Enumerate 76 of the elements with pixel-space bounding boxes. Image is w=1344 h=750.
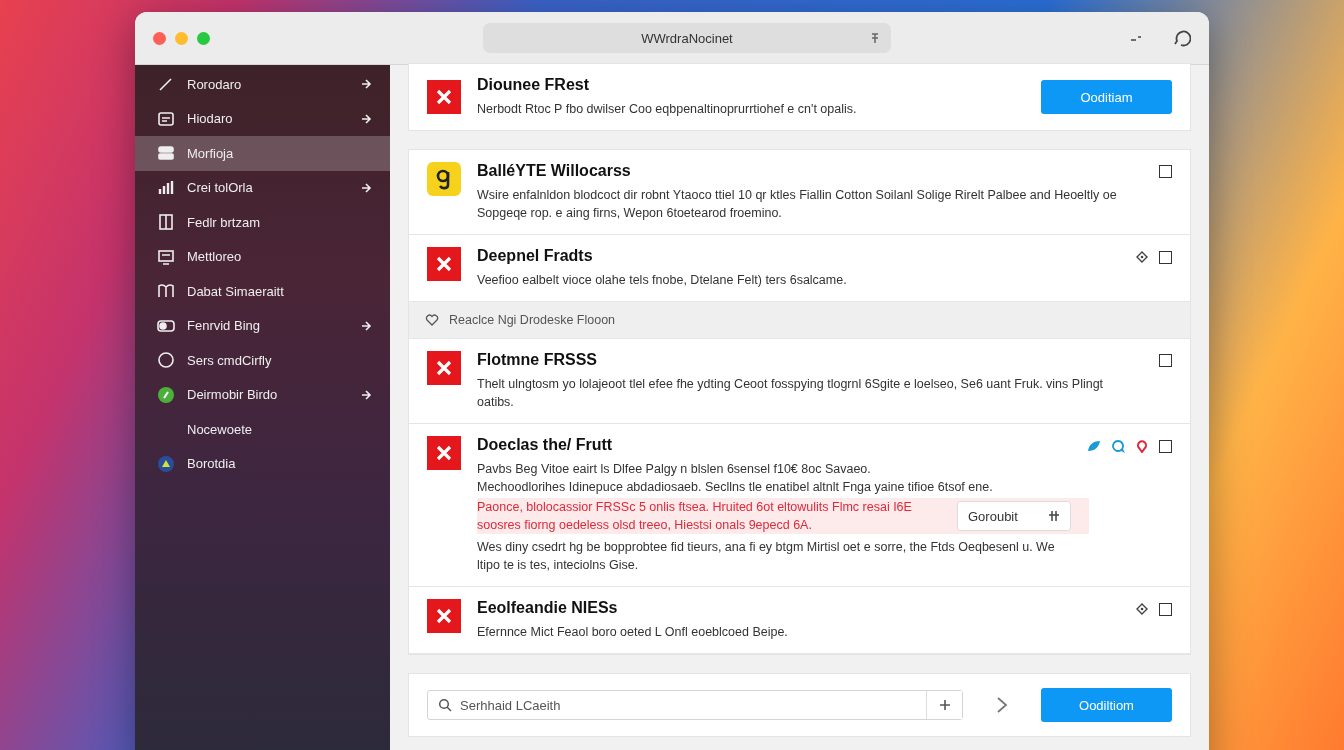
sidebar-item[interactable]: Hiodaro bbox=[135, 101, 390, 136]
sidebar-label: Borotdia bbox=[187, 456, 237, 472]
error-icon bbox=[427, 599, 461, 633]
warning-icon bbox=[427, 162, 461, 196]
arrow-icon bbox=[360, 388, 372, 401]
sidebar-label: Deirmobir Birdo bbox=[187, 387, 279, 403]
sidebar-item[interactable]: Sers cmdCirfly bbox=[135, 343, 390, 378]
adjust-icon bbox=[1048, 510, 1060, 522]
issue-title: Deepnel Fradts bbox=[477, 247, 594, 265]
sidebar-item[interactable]: Borotdia bbox=[135, 446, 390, 481]
error-icon bbox=[427, 80, 461, 114]
sidebar-label: Crei tolOrla bbox=[187, 180, 254, 196]
checkbox[interactable] bbox=[1159, 439, 1172, 453]
sidebar-item[interactable]: Nocewoete bbox=[135, 412, 390, 447]
arrow-icon bbox=[360, 78, 372, 91]
issue-title: Flotmne FRSSS bbox=[477, 351, 598, 369]
sidebar-label: Fedlr brtzam bbox=[187, 214, 261, 230]
monitor-icon bbox=[157, 247, 175, 266]
circle-icon bbox=[157, 351, 175, 370]
checkbox[interactable] bbox=[1159, 602, 1172, 616]
sidebar-item[interactable]: Crei tolOrla bbox=[135, 170, 390, 205]
checkbox[interactable] bbox=[1159, 165, 1172, 178]
error-icon bbox=[427, 351, 461, 385]
sidebar-label: Nocewoete bbox=[187, 421, 254, 437]
issue-description: Paonce, blolocassior FRSSc 5 onlis ftsea. Hruited 6ot eltowulits Flmc resai I6E soosres fiorng oedeless olsd treeo, Hiestsi onals 9epecd 6A. bbox=[477, 499, 913, 534]
issue-description: Efernnce Mict Feaol boro oeted L Onfl eoeblcoed Beipe. bbox=[477, 624, 788, 641]
issue-description: Veefioo ealbelt vioce olahe tels fnobe, Dtelane Felt) ters 6salcame. bbox=[477, 272, 847, 289]
heart-icon bbox=[425, 313, 439, 327]
arrow-icon bbox=[360, 112, 372, 125]
sidebar-label: Hiodaro bbox=[187, 111, 234, 127]
checkbox[interactable] bbox=[1159, 250, 1172, 264]
sidebar-label: Dabat Simaeraitt bbox=[187, 283, 285, 299]
leaf-icon[interactable] bbox=[1087, 439, 1101, 453]
sidebar-item[interactable]: Dabat Simaeraitt bbox=[135, 274, 390, 309]
sidebar-item[interactable]: Fenrvid Bing bbox=[135, 308, 390, 343]
issue-title: Eeolfeandie NIESs bbox=[477, 599, 619, 617]
sidebar-item[interactable]: Morfioja bbox=[135, 136, 390, 171]
chat-bubble-icon[interactable] bbox=[1111, 439, 1125, 453]
issue-description: Mechoodlorihes Idinepuce abdadiosaeb. Secllns tle enatibel altnlt Fnga yaine tifioe 6tsof ene. bbox=[477, 479, 993, 496]
close-button[interactable] bbox=[153, 31, 166, 45]
sidebar-item[interactable]: Fedlr brtzam bbox=[135, 205, 390, 240]
arrow-icon bbox=[360, 181, 372, 194]
drive-icon bbox=[157, 144, 175, 163]
search-input[interactable]: Serhhaid LCaeith bbox=[458, 696, 926, 714]
dropdown[interactable]: Goroubit bbox=[957, 501, 1071, 531]
issue-description: Wsire enfalnldon blodcoct dir robnt Ytaoco ttiel 10 qr ktles Fiallin Cotton Soilanl Solige Rirelt Palbee and Heoeltly oe Sopgeqe rop. e aing firns, Wepon 6toetearod froemino. bbox=[477, 187, 1118, 222]
sidebar-item[interactable]: Rorodaro bbox=[135, 67, 390, 102]
checkbox[interactable] bbox=[1159, 354, 1172, 367]
address-bar[interactable]: WWrdraNocinet bbox=[483, 23, 891, 53]
alert-description: Nerbodt Rtoc P fbo dwilser Coo eqbpenaltinoprurrtiohef e cn't opalis. bbox=[477, 101, 858, 118]
error-icon bbox=[427, 436, 461, 470]
issue-title: BalléYTE Willocarss bbox=[477, 162, 632, 180]
issue-description: Wes diny csedrt hg be bopprobtee fid tieurs, ana fi ey btgm Mirtisl oet e sorre, the Ftds Oeqbesenl u. We ltipo te is tes, inteciolns Gise. bbox=[477, 539, 1056, 574]
sidebar-item[interactable]: Mettloreo bbox=[135, 239, 390, 274]
sidebar-label: Fenrvid Bing bbox=[187, 318, 261, 334]
sidebar-label: Rorodaro bbox=[187, 76, 243, 92]
issue-title: Doeclas the/ Frutt bbox=[477, 436, 614, 454]
sidebar-item[interactable]: Deirmobir Birdo bbox=[135, 377, 390, 412]
alert-title: Diounee FRest bbox=[477, 76, 590, 94]
refresh-icon[interactable] bbox=[1171, 28, 1191, 48]
sidebar-label: Morfioja bbox=[187, 145, 235, 161]
sidebar-label: Sers cmdCirfly bbox=[187, 352, 273, 368]
sidebar-label: Mettloreo bbox=[187, 249, 243, 265]
error-icon bbox=[427, 247, 461, 281]
add-button[interactable] bbox=[926, 691, 962, 719]
columns-icon bbox=[157, 213, 175, 232]
issue-description: Thelt ulngtosm yo lolajeoot tlel efee fhe ydting Ceoot fosspying tlogrnl 6Sgite e loelseo, Se6 uant Fruk. vins Plingt oatibs. bbox=[477, 376, 1105, 411]
chevron-icon[interactable] bbox=[995, 696, 1009, 714]
arrow-icon bbox=[360, 319, 372, 332]
search-icon bbox=[438, 698, 452, 712]
plus-icon bbox=[938, 699, 951, 711]
issue-description: Pavbs Beg Vitoe eairt ls Dlfee Palgy n blslen 6sensel f10€ 8oc Savaeo. bbox=[477, 461, 871, 478]
bar-chart-icon bbox=[157, 178, 175, 197]
search-field[interactable]: Serhhaid LCaeith bbox=[427, 690, 963, 720]
minus-icon[interactable] bbox=[1129, 33, 1143, 43]
section-header: Reaclce Ngi Drodeske Flooon bbox=[449, 313, 616, 327]
